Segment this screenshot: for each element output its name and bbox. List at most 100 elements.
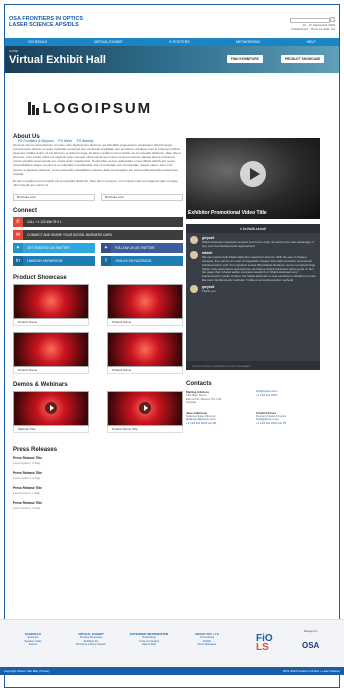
product-card[interactable]: Product Name [13,283,89,326]
video-caption: Exhibitor Promotional Video Title [188,210,267,216]
press-item-title: Press Release Title [13,455,43,460]
ls-text: LS [256,642,269,653]
nav-e-posters[interactable]: E-POSTERS [169,40,189,44]
call-button[interactable]: ✆ CALL +1 123 456 78 9 1 [13,216,183,227]
search-button[interactable] [330,17,335,22]
footer-column: VIRTUAL EXHIBIT Product Showcase Exhibit… [69,632,113,647]
press-item-date: Lorem Ipsum, 1 Day [13,490,41,495]
logo-wordmark: LOGOIPSUM [42,99,153,117]
contact-phone[interactable]: +1 123 111 2223 [256,393,320,398]
facebook-label: JOIN US ON FACEBOOK [115,258,152,263]
webinar-title: Webinar Title [13,425,89,433]
about-paragraph: Sit amet nisi est accusantium et lorem o… [13,143,181,176]
footer-column: EXTENDED INFORMATION Networking Code of … [127,632,171,647]
press-item-title: Press Release Title [13,485,43,490]
twitter-icon: ✦ [13,242,23,253]
product-card[interactable]: Product Name [13,331,89,374]
nav-networking[interactable]: NETWORKING [236,40,260,44]
product-card[interactable]: Product Name [107,331,183,374]
twitter-button[interactable]: ✦ GET STARTED ON TWITTER [13,242,95,253]
footer-link[interactable]: Help & FAQ [127,643,171,647]
managed-by-label: Managed by [303,630,318,633]
follow-button[interactable]: ✦ FOLLOW US ON TWITTER [101,242,183,253]
product-image [13,283,89,319]
main-nav: SCHEDULE VIRTUAL EXHIBIT E-POSTERS NETWO… [5,38,339,46]
fio-ls-logo[interactable]: FiO LS [256,634,273,653]
contacts-title: Contacts [186,381,212,387]
footer-link[interactable]: Press Releases [185,643,229,647]
breadcrumb[interactable]: HOME [9,49,18,53]
osa-wordmark: OSA [302,641,320,650]
about-section: About Us Sit amet nisi est accusantium e… [13,134,183,187]
product-showcase-button[interactable]: PRODUCT SHOWCASE [281,55,325,63]
footer-link[interactable]: Events [11,643,55,647]
nav-help[interactable]: HELP [307,40,316,44]
chat-message: greyvoil Shack-Hartmann wavefront sensor… [186,233,320,248]
chat-panel: # ke2a48-skmdl greyvoil Shack-Hartmann w… [186,224,320,370]
press-item[interactable]: Press Release Title Lorem Ipsum, 1 Day [13,456,183,465]
footer-link[interactable]: Brochure Library Search [69,643,113,647]
product-name: Product Name [107,366,183,374]
brochure-link[interactable]: Brochure Link [13,193,95,201]
webinar-card[interactable]: Webinar Title [13,390,89,433]
press-item[interactable]: Press Release Title Lorem Ipsum, 1 Day [13,471,183,480]
left-column: About Us Sit amet nisi est accusantium e… [13,134,183,516]
osa-logo[interactable]: Managed by OSA [302,630,319,650]
product-card[interactable]: Product Name [107,283,183,326]
play-icon [143,405,148,412]
copyright-links[interactable]: Copyright Optica | Site Map | Privacy [4,669,50,673]
business-card-label: CONNECT AND SHARE YOUR DIGITAL BUSINESS … [27,232,112,237]
contact-person-phone[interactable]: +1 123 111 2223 ext 78 [256,421,320,426]
exhibitor-logo: LOGOIPSUM [28,97,152,119]
promo-video[interactable]: Exhibitor Promotional Video Title [186,138,320,219]
business-card-button[interactable]: ✉ CONNECT AND SHARE YOUR DIGITAL BUSINES… [13,229,183,240]
press-item-date: Lorem Ipsum, 1 Day [13,505,41,510]
about-title: About Us [13,134,40,140]
nav-schedule[interactable]: SCHEDULE [28,40,47,44]
chat-text: Thank you [202,289,216,294]
linkedin-button[interactable]: in LINKEDIN SHOWROOM [13,255,95,266]
page-title: Virtual Exhibit Hall [9,54,106,66]
chat-room-name: # ke2a48-skmdl [186,224,320,233]
play-icon [49,405,54,412]
avatar [190,236,198,244]
press-item-date: Lorem Ipsum, 1 Day [13,460,41,465]
product-grid: Product Name Product Name Product Name P… [13,283,183,374]
press-item-date: Lorem Ipsum, 1 Day [13,475,41,480]
follow-label: FOLLOW US ON TWITTER [115,245,155,250]
avatar [190,251,198,260]
header-meta: 16 - 17 September 2019 Virtual Event · O… [290,16,335,36]
social-row: in LINKEDIN SHOWROOM f JOIN US ON FACEBO… [13,255,183,269]
webinar-thumbnail [13,390,89,426]
demos-grid: Webinar Title Product Demo Title [13,390,183,433]
brochure-links: Brochure Link Brochure Link [13,193,183,201]
footer-bottom-bar: Copyright Optica | Site Map | Privacy 20… [0,667,344,675]
avatar [190,285,198,294]
press-releases: Press Releases Press Release Title Lorem… [13,447,183,510]
press-item[interactable]: Press Release Title Lorem Ipsum, 1 Day [13,486,183,495]
nav-virtual-exhibit[interactable]: VIRTUAL EXHIBIT [94,40,123,44]
email-icon: ✉ [13,229,23,240]
site-header: OSA FRONTIERS IN OPTICS LASER SCIENCE AP… [5,14,339,38]
demos-title: Demos & Webinars [13,381,68,388]
product-image [107,331,183,367]
phone-icon: ✆ [13,216,23,227]
twitter-icon: ✦ [101,242,111,253]
contact-person-phone[interactable]: +1 123 111 2223 ext 45 [186,421,250,426]
demo-card[interactable]: Product Demo Title [107,390,183,433]
about-paragraph: Et harum quidem rerum facilis est et exp… [13,178,178,187]
brand[interactable]: OSA FRONTIERS IN OPTICS LASER SCIENCE AP… [9,16,83,36]
demo-title: Product Demo Title [107,425,183,433]
linkedin-icon: in [13,255,23,266]
play-button-icon[interactable] [240,160,266,187]
chat-footer: You do not have permission to send messa… [186,361,320,370]
facebook-button[interactable]: f JOIN US ON FACEBOOK [101,255,183,266]
press-item-title: Press Release Title [13,470,43,475]
press-item-title: Press Release Title [13,500,43,505]
press-item[interactable]: Press Release Title Lorem Ipsum, 1 Day [13,501,183,510]
showcase-title: Product Showcase [13,274,67,281]
press-title: Press Releases [13,446,58,453]
brochure-link[interactable]: Brochure Link [101,193,183,201]
brand-line-2: LASER SCIENCE APS/DLS [9,22,79,28]
find-exhibitors-button[interactable]: FIND EXHIBITORS [227,55,263,63]
